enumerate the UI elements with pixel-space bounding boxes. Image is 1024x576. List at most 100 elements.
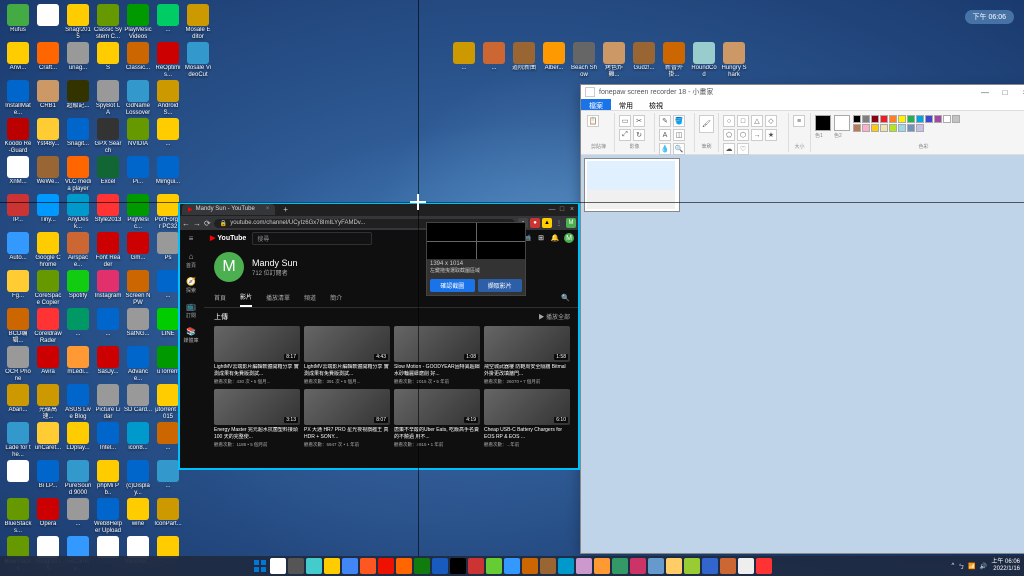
desktop-shortcut[interactable]: 光碟高速... — [34, 384, 62, 421]
desktop-shortcut[interactable]: Auto... — [4, 232, 32, 262]
desktop-shortcut[interactable]: PureSound 9000 — [64, 460, 92, 497]
sidebar-item[interactable]: 📚媒體庫 — [183, 327, 198, 344]
desktop-shortcut[interactable]: SD Card... — [124, 384, 152, 414]
desktop-shortcut[interactable]: ... — [154, 118, 182, 148]
close-button[interactable]: × — [1016, 88, 1024, 97]
desktop-shortcut[interactable]: unag... — [64, 42, 92, 72]
desktop-shortcut[interactable]: PiqMesic... — [124, 194, 152, 231]
desktop-shortcut[interactable]: 烤色炸雞... — [600, 42, 628, 79]
desktop-shortcut[interactable]: S — [94, 42, 122, 72]
color-swatch[interactable] — [853, 124, 861, 132]
video-card[interactable]: 4:19唐策不辛酸的Uber Eats, 吃飯高手名賣的不饒過 用不...觀看次… — [394, 389, 480, 448]
shape[interactable]: ☁ — [723, 143, 735, 155]
desktop-shortcut[interactable]: ASUS Live Blog — [64, 384, 92, 421]
search-input[interactable]: 搜尋 — [252, 232, 372, 245]
desktop-shortcut[interactable]: Beach Show — [570, 42, 598, 79]
apps-icon[interactable]: ⊞ — [536, 233, 546, 243]
desktop-shortcut[interactable]: Snag!2015 — [64, 4, 92, 41]
desktop-shortcut[interactable]: AnyDesk... — [64, 194, 92, 231]
desktop-shortcut[interactable]: ... — [450, 42, 478, 72]
desktop-shortcut[interactable]: Web8Helper Uploader — [94, 498, 122, 535]
shape[interactable]: ○ — [723, 115, 735, 127]
taskbar-clock[interactable]: 上午 06:06 2022/1/16 — [991, 559, 1020, 573]
play-all-button[interactable]: ▶ 播放全部 — [538, 312, 570, 322]
text-tool[interactable]: A — [659, 129, 671, 141]
video-card[interactable]: 8:17LightMV云端影片編輯軟體開箱分享 實測成果有免費版測試...觀看次… — [214, 326, 300, 385]
notifications-icon[interactable]: 🔔 — [550, 233, 560, 243]
desktop-shortcut[interactable]: Classic System C... — [94, 4, 122, 41]
capture-video-button[interactable]: 擷取影片 — [478, 279, 523, 292]
profile-avatar[interactable]: M — [566, 218, 576, 228]
maximize-button[interactable]: □ — [996, 88, 1014, 97]
taskbar-app7[interactable] — [594, 558, 610, 574]
desktop-shortcut[interactable]: Mimgui... — [154, 156, 182, 186]
desktop-shortcut[interactable]: CoreSpace Copier — [34, 270, 62, 307]
desktop-shortcut[interactable]: PlayMesic Videos — [124, 4, 152, 41]
paste-button[interactable]: 📋 — [587, 115, 599, 127]
color-swatch[interactable] — [889, 115, 897, 123]
desktop-shortcut[interactable]: 道院新曲 — [510, 42, 538, 72]
desktop-shortcut[interactable]: ReOptimis... — [154, 42, 182, 79]
desktop-shortcut[interactable]: Craft... — [34, 42, 62, 72]
brush-tool[interactable]: 🖌 — [699, 115, 714, 133]
taskbar-app12[interactable] — [684, 558, 700, 574]
shape[interactable]: ◇ — [765, 115, 777, 127]
desktop-shortcut[interactable]: Android S... — [154, 80, 182, 117]
channel-tab[interactable]: 首頁 — [214, 289, 226, 306]
desktop-shortcut[interactable]: SasJy... — [94, 346, 122, 376]
desktop-shortcut[interactable]: ... — [64, 308, 92, 338]
taskbar-app13[interactable] — [702, 558, 718, 574]
shape[interactable]: ⬡ — [737, 129, 749, 141]
desktop-shortcut[interactable]: SpyBot LA — [94, 80, 122, 117]
desktop-shortcut[interactable]: Classic... — [124, 42, 152, 72]
crop-tool[interactable]: ✂ — [633, 115, 645, 127]
desktop-shortcut[interactable]: Snagit... — [64, 118, 92, 148]
desktop-shortcut[interactable]: Spotify — [64, 270, 92, 300]
taskbar-excel[interactable] — [414, 558, 430, 574]
desktop-shortcut[interactable]: InstallMate... — [4, 80, 32, 117]
color-swatch[interactable] — [943, 115, 951, 123]
desktop-shortcut[interactable]: Screen NPW — [124, 270, 152, 307]
color-swatch[interactable] — [898, 115, 906, 123]
desktop-shortcut[interactable]: WeWe... — [34, 156, 62, 186]
shape[interactable]: ♡ — [737, 143, 749, 155]
weather-widget[interactable]: 下午 06:06 — [965, 10, 1014, 24]
color-2[interactable] — [834, 115, 850, 131]
tray-ime-icon[interactable]: ㄅ — [958, 562, 964, 571]
reload-button[interactable]: ⟳ — [204, 219, 211, 228]
desktop-shortcut[interactable]: Mosale VideoCut — [184, 42, 212, 79]
color-swatch[interactable] — [889, 124, 897, 132]
sidebar-item[interactable]: 📺訂閱 — [186, 302, 196, 319]
taskbar-search[interactable] — [270, 558, 286, 574]
desktop-shortcut[interactable]: Hungry Shark — [720, 42, 748, 79]
desktop-shortcut[interactable]: NVIDIA — [124, 118, 152, 148]
desktop-shortcut[interactable]: phpMi Pb.. — [94, 460, 122, 497]
taskbar-app14[interactable] — [720, 558, 736, 574]
taskbar-app5[interactable] — [558, 558, 574, 574]
tray-volume-icon[interactable]: 🔊 — [980, 563, 987, 570]
color-swatch[interactable] — [925, 115, 933, 123]
desktop-shortcut[interactable]: ... — [94, 308, 122, 338]
taskbar-terminal[interactable] — [450, 558, 466, 574]
shape[interactable]: ⬠ — [723, 129, 735, 141]
desktop-shortcut[interactable]: mLedi... — [64, 346, 92, 376]
color-swatch[interactable] — [916, 124, 924, 132]
desktop-shortcut[interactable]: Advance... — [124, 346, 152, 383]
paint-tab[interactable]: 檢視 — [641, 99, 671, 110]
taskbar-app8[interactable] — [612, 558, 628, 574]
tray-chevron-icon[interactable]: ^ — [952, 563, 955, 569]
desktop-shortcut[interactable]: Font Reader — [94, 232, 122, 269]
desktop-shortcut[interactable]: Excel — [94, 156, 122, 186]
color-swatch[interactable] — [880, 124, 888, 132]
eraser-tool[interactable]: ◫ — [673, 129, 685, 141]
video-card[interactable]: 1:08Slow Motion - GOODYEAR固特異超細水砂輪麗細磨削 好… — [394, 326, 480, 385]
desktop-shortcut[interactable]: Airspace... — [64, 232, 92, 269]
desktop-shortcut[interactable]: Picture Lidar — [94, 384, 122, 421]
sidebar-item[interactable]: ≡ — [189, 234, 194, 244]
desktop-shortcut[interactable]: BlueStacks... — [4, 498, 32, 535]
sidebar-item[interactable]: ⌂首頁 — [186, 252, 196, 269]
forward-button[interactable]: → — [193, 219, 201, 228]
desktop-shortcut[interactable]: Mosale Editor — [184, 4, 212, 41]
paint-document[interactable] — [585, 159, 679, 211]
desktop-shortcut[interactable]: BCD编辑... — [4, 308, 32, 345]
